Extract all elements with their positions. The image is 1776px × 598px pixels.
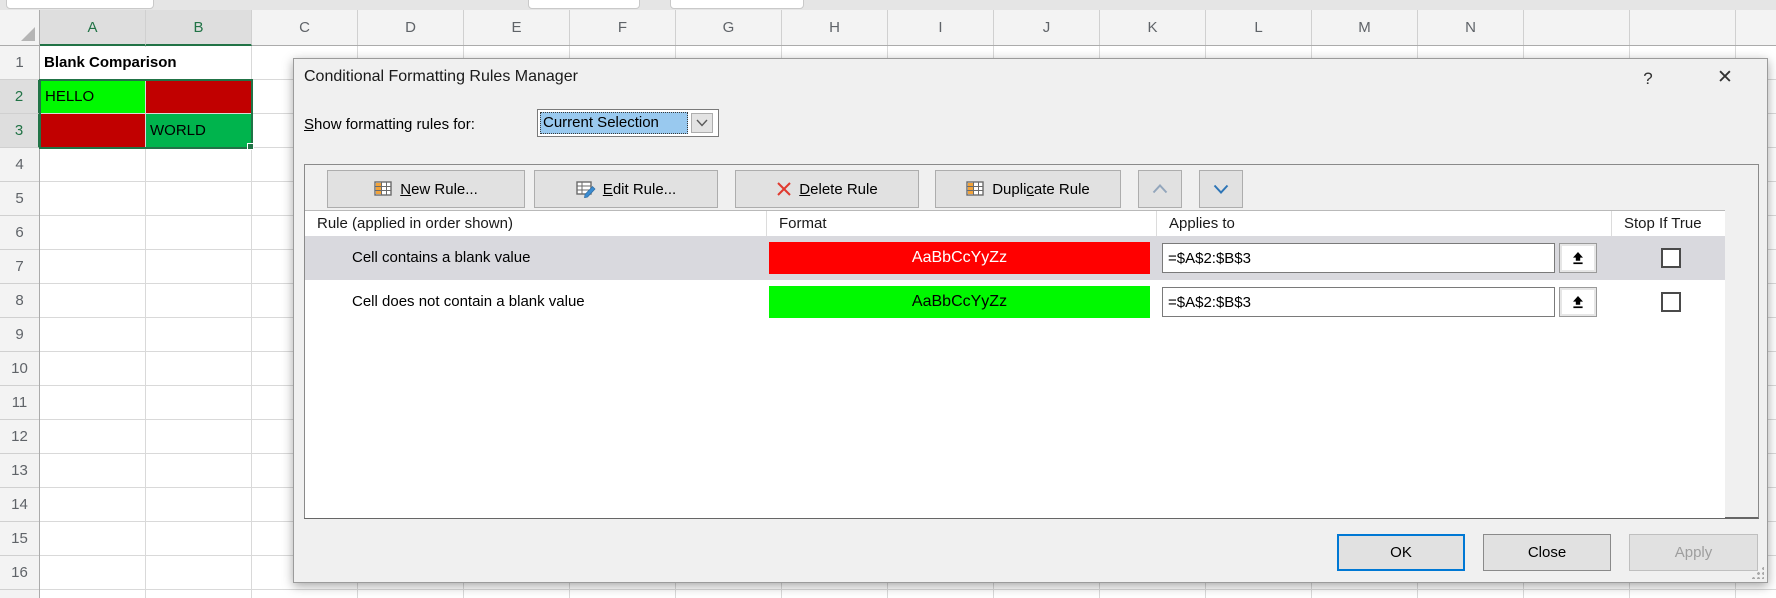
show-rules-label: Show formatting rules for: bbox=[304, 111, 475, 138]
ok-button[interactable]: OK bbox=[1337, 534, 1465, 571]
chevron-up-icon bbox=[1152, 184, 1168, 194]
new-rule-label: New Rule... bbox=[400, 181, 478, 198]
cell-b3-text: WORLD bbox=[146, 114, 251, 147]
select-all-corner[interactable] bbox=[0, 10, 40, 46]
cell-a2[interactable]: HELLO bbox=[41, 81, 145, 113]
column-header-rule: Rule (applied in order shown) bbox=[305, 211, 767, 236]
rules-panel: New Rule... Edit Rule... Delete Rule bbox=[304, 164, 1759, 519]
collapse-dialog-icon[interactable] bbox=[1559, 287, 1597, 317]
row-header-5[interactable]: 5 bbox=[0, 182, 39, 216]
row-headers-overflow bbox=[0, 590, 39, 598]
column-header-applies-to: Applies to bbox=[1157, 211, 1612, 236]
column-letters: ABCDEFGHIJKLMN bbox=[40, 10, 1524, 45]
duplicate-rule-table-icon bbox=[966, 181, 985, 197]
column-header-j[interactable]: J bbox=[994, 10, 1100, 45]
formula-bar-box bbox=[528, 0, 640, 9]
row-header-1[interactable]: 1 bbox=[0, 46, 39, 80]
apply-button[interactable]: Apply bbox=[1629, 534, 1758, 571]
new-rule-button[interactable]: New Rule... bbox=[327, 170, 525, 208]
rules-list: Rule (applied in order shown) Format App… bbox=[305, 210, 1725, 518]
column-header-stop-if-true: Stop If True bbox=[1612, 211, 1725, 236]
formula-bar-box bbox=[670, 0, 804, 9]
applies-to-input[interactable] bbox=[1162, 287, 1555, 317]
row-header-12[interactable]: 12 bbox=[0, 420, 39, 454]
row-header-14[interactable]: 14 bbox=[0, 488, 39, 522]
stop-if-true-checkbox[interactable] bbox=[1661, 292, 1681, 312]
row-header-16[interactable]: 16 bbox=[0, 556, 39, 590]
conditional-formatting-rules-manager-dialog: Conditional Formatting Rules Manager ? ✕… bbox=[293, 58, 1768, 583]
column-header-k[interactable]: K bbox=[1100, 10, 1206, 45]
close-icon[interactable]: ✕ bbox=[1709, 63, 1741, 93]
row-header-9[interactable]: 9 bbox=[0, 318, 39, 352]
row-header-4[interactable]: 4 bbox=[0, 148, 39, 182]
column-header-a[interactable]: A bbox=[40, 10, 146, 46]
column-header-b[interactable]: B bbox=[146, 10, 252, 46]
cell-b2[interactable] bbox=[146, 81, 251, 113]
duplicate-rule-button[interactable]: Duplicate Rule bbox=[935, 170, 1121, 208]
excel-window: ABCDEFGHIJKLMN 12345678910111213141516 B… bbox=[0, 0, 1776, 598]
column-header-l[interactable]: L bbox=[1206, 10, 1312, 45]
cell-b3[interactable]: WORLD bbox=[146, 114, 251, 147]
rule-name: Cell does not contain a blank value bbox=[352, 280, 585, 324]
column-header-d[interactable]: D bbox=[358, 10, 464, 45]
row-header-11[interactable]: 11 bbox=[0, 386, 39, 420]
column-header-i[interactable]: I bbox=[888, 10, 994, 45]
column-header-c[interactable]: C bbox=[252, 10, 358, 45]
column-headers: ABCDEFGHIJKLMN bbox=[40, 10, 1776, 46]
rule-name: Cell contains a blank value bbox=[352, 236, 530, 280]
row-header-10[interactable]: 10 bbox=[0, 352, 39, 386]
column-header-h[interactable]: H bbox=[782, 10, 888, 45]
edit-rule-pencil-icon bbox=[576, 181, 596, 198]
applies-to-input[interactable] bbox=[1162, 243, 1555, 273]
cell-a2-text: HELLO bbox=[41, 81, 145, 112]
show-rules-dropdown-value: Current Selection bbox=[540, 112, 688, 134]
row-header-13[interactable]: 13 bbox=[0, 454, 39, 488]
show-rules-dropdown[interactable]: Current Selection bbox=[537, 109, 719, 137]
select-all-triangle bbox=[21, 27, 35, 41]
row-header-3[interactable]: 3 bbox=[0, 114, 40, 148]
rule-row-blank[interactable]: Cell contains a blank value AaBbCcYyZz bbox=[305, 236, 1725, 280]
help-button[interactable]: ? bbox=[1634, 65, 1662, 93]
chevron-down-icon bbox=[1213, 184, 1229, 194]
column-header-g[interactable]: G bbox=[676, 10, 782, 45]
column-header-m[interactable]: M bbox=[1312, 10, 1418, 45]
close-button[interactable]: Close bbox=[1483, 534, 1611, 571]
stop-if-true-checkbox[interactable] bbox=[1661, 248, 1681, 268]
duplicate-rule-label: Duplicate Rule bbox=[992, 181, 1090, 198]
new-rule-table-icon bbox=[374, 181, 393, 197]
row-header-15[interactable]: 15 bbox=[0, 522, 39, 556]
row-header-6[interactable]: 6 bbox=[0, 216, 39, 250]
cell-a1[interactable]: Blank Comparison bbox=[44, 47, 249, 79]
row-header-8[interactable]: 8 bbox=[0, 284, 39, 318]
column-headers-overflow bbox=[1524, 10, 1776, 45]
chevron-down-icon[interactable] bbox=[691, 113, 713, 133]
collapse-dialog-icon[interactable] bbox=[1559, 243, 1597, 273]
column-header-n[interactable]: N bbox=[1418, 10, 1524, 45]
cell-a3[interactable] bbox=[41, 114, 145, 147]
row-header-7[interactable]: 7 bbox=[0, 250, 39, 284]
edit-rule-label: Edit Rule... bbox=[603, 181, 676, 198]
edit-rule-button[interactable]: Edit Rule... bbox=[534, 170, 718, 208]
rule-row-not-blank[interactable]: Cell does not contain a blank value AaBb… bbox=[305, 280, 1725, 324]
move-rule-down-button[interactable] bbox=[1199, 170, 1243, 208]
row-header-2[interactable]: 2 bbox=[0, 80, 40, 114]
formula-bar-bottom-strip bbox=[0, 0, 1776, 10]
fill-handle[interactable] bbox=[247, 143, 254, 150]
name-box-bottom bbox=[6, 0, 154, 9]
dialog-title: Conditional Formatting Rules Manager bbox=[304, 68, 578, 86]
column-header-format: Format bbox=[767, 211, 1157, 236]
column-header-f[interactable]: F bbox=[570, 10, 676, 45]
move-rule-up-button[interactable] bbox=[1138, 170, 1182, 208]
rule-format-preview: AaBbCcYyZz bbox=[769, 286, 1150, 318]
delete-x-icon bbox=[776, 181, 792, 197]
column-header-e[interactable]: E bbox=[464, 10, 570, 45]
rule-format-preview: AaBbCcYyZz bbox=[769, 242, 1150, 274]
delete-rule-button[interactable]: Delete Rule bbox=[735, 170, 919, 208]
delete-rule-label: Delete Rule bbox=[799, 181, 877, 198]
row-headers: 12345678910111213141516 bbox=[0, 46, 40, 598]
